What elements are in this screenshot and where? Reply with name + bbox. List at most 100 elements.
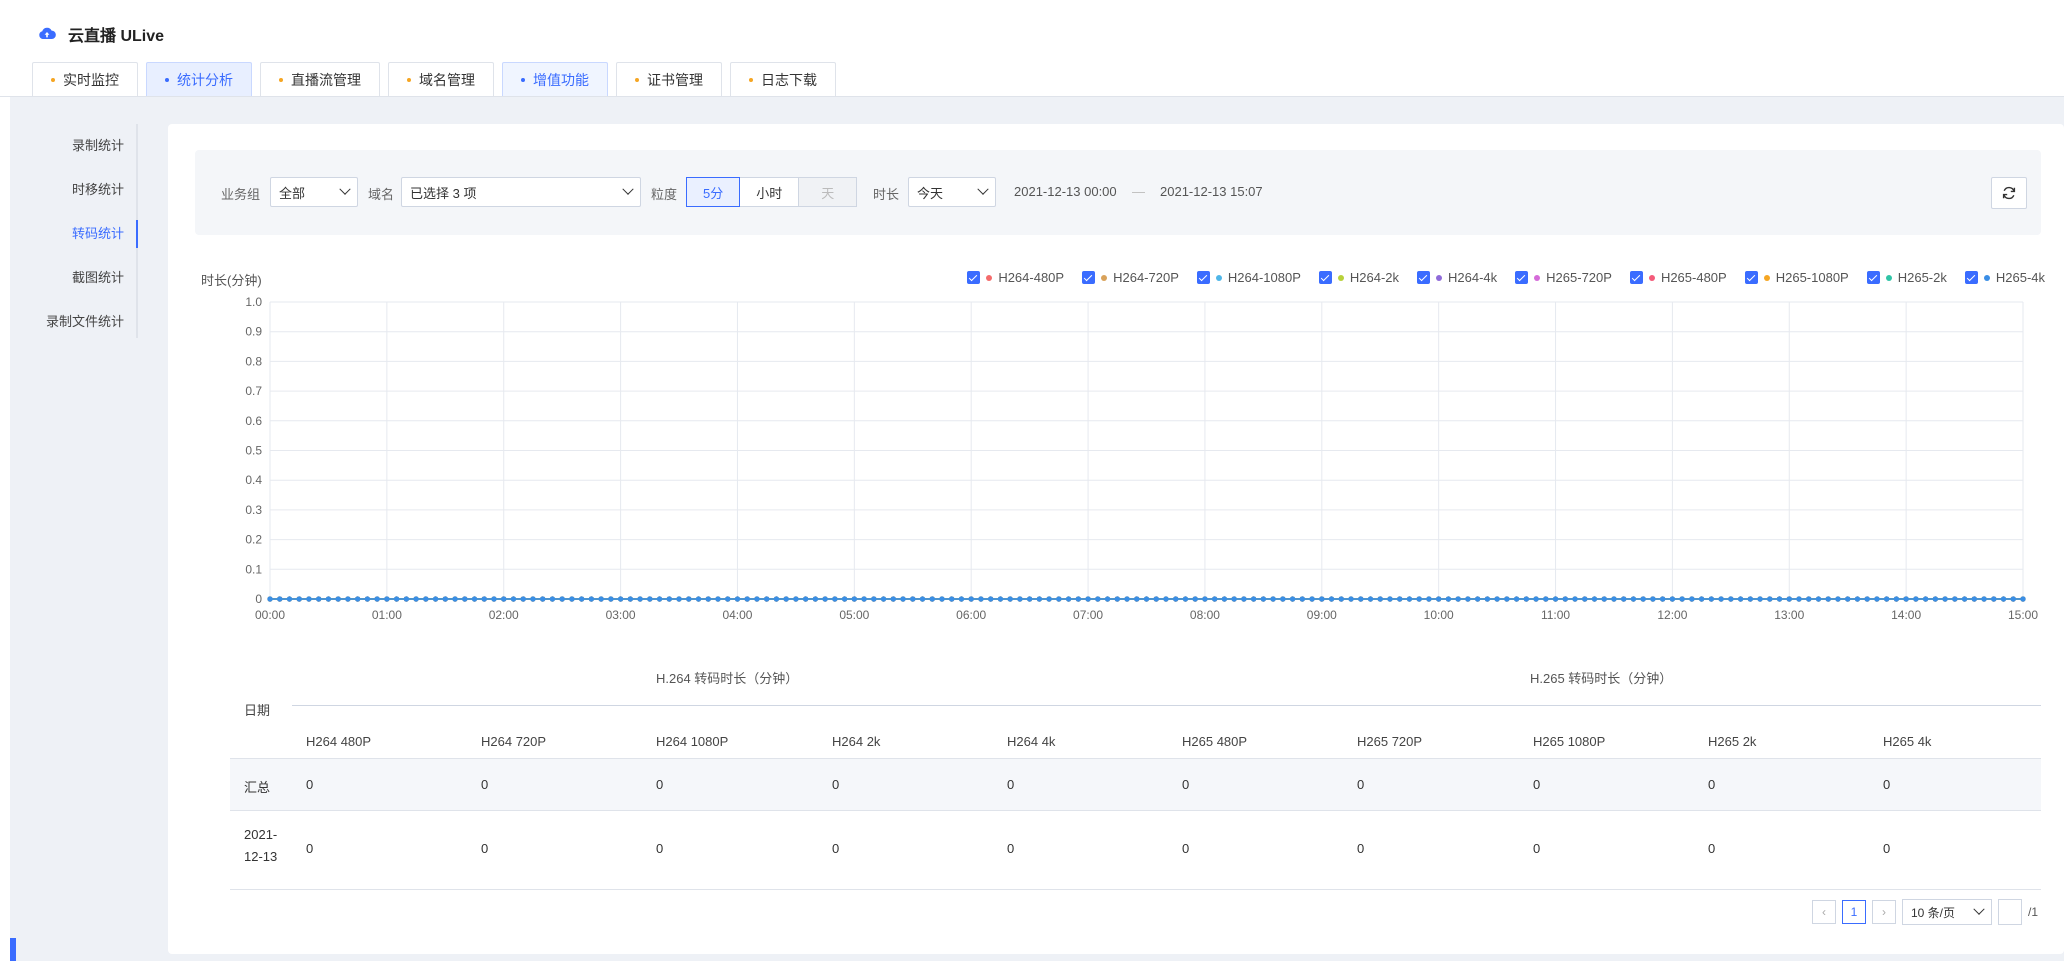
- tab-dot: [407, 77, 411, 82]
- y-tick-label: 0.2: [245, 533, 262, 547]
- legend-item[interactable]: H264-480P: [967, 270, 1064, 285]
- data-point: [1884, 596, 1890, 602]
- data-point: [1367, 596, 1374, 602]
- legend-label: H265-2k: [1897, 270, 1947, 285]
- chevron-down-icon: [339, 183, 351, 195]
- data-point: [1182, 596, 1189, 602]
- checkbox-checked-icon: [1964, 271, 1978, 284]
- data-point: [793, 596, 799, 602]
- page-jump-input[interactable]: [1997, 899, 2022, 925]
- granularity-label: 粒度: [651, 187, 678, 202]
- data-point: [579, 596, 585, 602]
- tab-domain-management[interactable]: 域名管理: [388, 62, 494, 96]
- y-tick-label: 0.4: [245, 473, 262, 487]
- data-point: [1046, 596, 1052, 602]
- tab-log-download[interactable]: 日志下载: [730, 62, 836, 96]
- table-cell: 0: [832, 841, 840, 856]
- data-point: [1348, 596, 1354, 602]
- x-tick-label: 01:00: [372, 608, 402, 622]
- tab-value-added[interactable]: 增值功能: [502, 62, 608, 96]
- range-start: 2021-12-13 00:00: [1014, 184, 1117, 199]
- data-point: [744, 596, 750, 602]
- x-tick-label: 09:00: [1307, 608, 1337, 622]
- legend-dot-icon: [1534, 274, 1541, 281]
- sidebar-item-snapshot-stats[interactable]: 截图统计: [30, 256, 136, 300]
- data-point: [1796, 596, 1802, 602]
- chevron-down-icon: [977, 183, 989, 195]
- data-point: [1513, 596, 1520, 602]
- tab-label: 域名管理: [419, 71, 475, 88]
- legend-item[interactable]: H265-2k: [1866, 270, 1947, 285]
- granularity-5min[interactable]: 5分: [686, 177, 741, 207]
- sidebar-item-recording-file-stats[interactable]: 录制文件统计: [30, 300, 136, 344]
- sidebar-item-timeshift-stats[interactable]: 时移统计: [30, 168, 136, 212]
- business-group-label: 业务组: [221, 187, 261, 202]
- h264-group-header: H.264 转码时长（分钟）: [656, 671, 799, 686]
- data-point: [1747, 596, 1753, 602]
- data-point: [705, 596, 711, 602]
- x-tick-label: 07:00: [1073, 608, 1103, 622]
- legend-item[interactable]: H265-480P: [1629, 270, 1727, 285]
- chart-svg: 1.0 0.9 0.8 0.7 0.6 0.5 0.4 0.3 0.2 0.1 0 00:00 01:0…: [245, 295, 2038, 622]
- data-point: [1280, 596, 1286, 602]
- tab-statistics[interactable]: 统计分析: [146, 62, 252, 96]
- legend-item[interactable]: H265-720P: [1515, 270, 1612, 285]
- legend-dot-icon: [1763, 274, 1770, 281]
- legend-item[interactable]: H264-4k: [1417, 270, 1497, 285]
- tab-label: 增值功能: [533, 71, 589, 88]
- tab-dot: [635, 77, 639, 82]
- data-point: [588, 596, 594, 602]
- tab-stream-management[interactable]: 直播流管理: [260, 62, 380, 96]
- legend-label: H264-720P: [1113, 270, 1179, 285]
- legend-dot-icon: [1983, 274, 1990, 281]
- checkbox-checked-icon: [1417, 271, 1431, 284]
- data-point: [559, 596, 565, 602]
- granularity-day[interactable]: 天: [798, 177, 858, 207]
- legend-dot-icon: [1885, 274, 1892, 281]
- data-point: [1523, 596, 1529, 602]
- x-tick-label: 15:00: [2008, 608, 2038, 622]
- data-point: [403, 596, 409, 602]
- data-point: [880, 596, 887, 602]
- legend-item[interactable]: H264-2k: [1318, 270, 1399, 285]
- data-point: [1085, 596, 1091, 602]
- legend-item[interactable]: H264-1080P: [1196, 270, 1301, 285]
- legend-dot-icon: [1215, 274, 1222, 281]
- data-point: [1971, 596, 1977, 602]
- table-cell: 0: [1533, 777, 1541, 792]
- row-date-line2: 12-13: [244, 849, 278, 864]
- column-header: H264 480P: [306, 734, 372, 749]
- next-page-button[interactable]: ›: [1871, 900, 1896, 924]
- tab-realtime-monitor[interactable]: 实时监控: [32, 62, 138, 96]
- business-group-select[interactable]: 全部: [270, 177, 358, 207]
- y-tick-label: 0: [255, 592, 262, 606]
- data-point: [296, 596, 302, 602]
- data-point: [1845, 596, 1851, 602]
- domain-select[interactable]: 已选择 3 项: [401, 177, 641, 207]
- page-size-select[interactable]: 10 条/页: [1901, 899, 1992, 925]
- data-point: [910, 596, 916, 602]
- tab-certificate-management[interactable]: 证书管理: [616, 62, 722, 96]
- table-cell: 0: [656, 777, 664, 792]
- sidebar-item-recording-stats[interactable]: 录制统计: [30, 124, 136, 168]
- data-point: [1728, 596, 1734, 602]
- table-cell: 0: [306, 777, 314, 792]
- table-cell: 0: [1357, 841, 1365, 856]
- x-tick-label: 14:00: [1891, 608, 1921, 622]
- legend-item[interactable]: H265-4k: [1964, 270, 2045, 285]
- legend-label: H264-480P: [998, 270, 1065, 285]
- duration-select[interactable]: 今天: [908, 177, 996, 207]
- refresh-button[interactable]: [1991, 177, 2027, 209]
- data-point: [306, 596, 312, 602]
- legend-item[interactable]: H265-1080P: [1744, 270, 1849, 285]
- page-size-value: 10 条/页: [1910, 905, 1956, 920]
- sidebar-item-transcode-stats[interactable]: 转码统计: [30, 212, 138, 256]
- granularity-hour[interactable]: 小时: [739, 177, 800, 207]
- cloud-upload-icon: [39, 27, 56, 39]
- legend-item[interactable]: H264-720P: [1082, 270, 1179, 285]
- data-point: [1095, 596, 1101, 602]
- checkbox-checked-icon: [1866, 271, 1880, 284]
- data-point: [1776, 596, 1783, 602]
- page-1-button[interactable]: 1: [1841, 900, 1866, 924]
- prev-page-button[interactable]: ‹: [1811, 900, 1836, 924]
